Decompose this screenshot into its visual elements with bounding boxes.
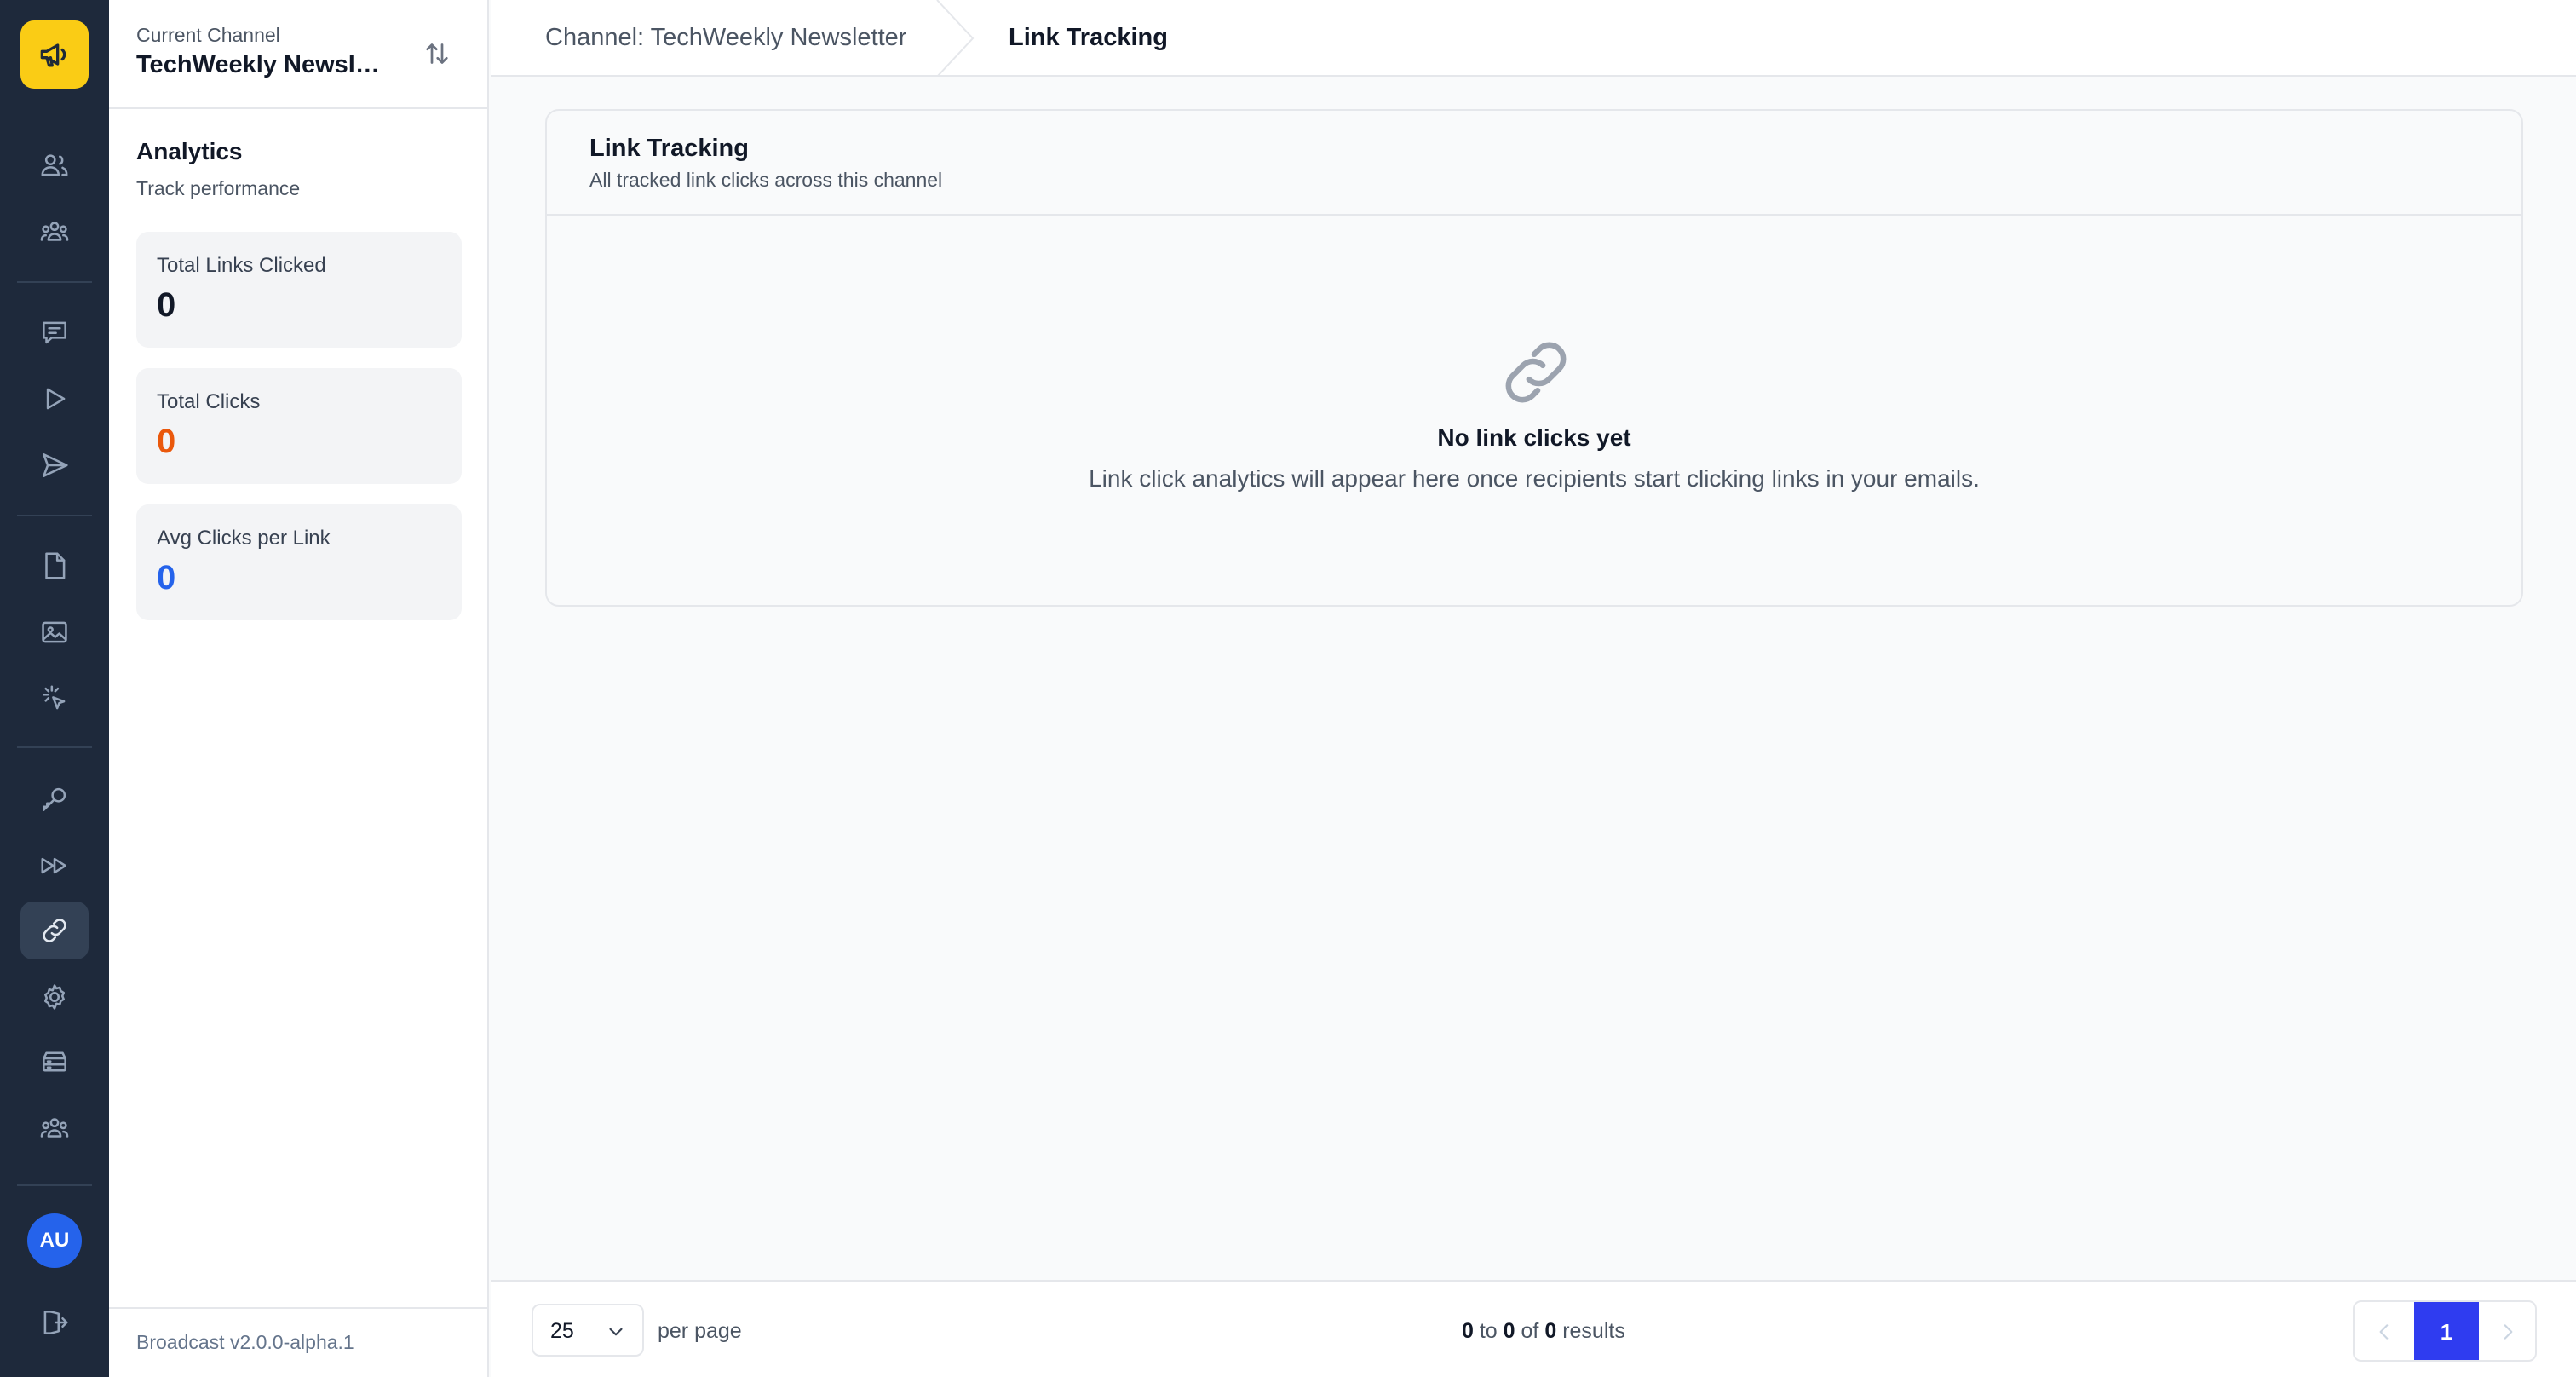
previous-page-button[interactable]: [2355, 1302, 2414, 1360]
link-icon: [1494, 331, 1578, 414]
logout-icon[interactable]: [20, 1293, 89, 1351]
stat-card-avg-clicks-per-link: Avg Clicks per Link 0: [136, 504, 462, 620]
section-subtitle: Track performance: [136, 177, 301, 199]
page-button-current[interactable]: 1: [2414, 1302, 2479, 1360]
stat-value: 0: [157, 423, 176, 460]
fast-forward-icon[interactable]: [20, 837, 89, 895]
next-page-button[interactable]: [2479, 1302, 2535, 1360]
card-subtitle: All tracked link clicks across this chan…: [589, 169, 943, 191]
stat-label: Total Clicks: [157, 390, 261, 413]
current-channel-label: Current Channel: [136, 24, 280, 46]
channel-switcher[interactable]: Current Channel TechWeekly Newsletter: [109, 0, 487, 109]
breadcrumb-parent[interactable]: Channel: TechWeekly Newsletter: [545, 24, 906, 52]
pagination: 1: [2353, 1300, 2537, 1362]
stat-label: Total Links Clicked: [157, 254, 326, 277]
chat-icon[interactable]: [20, 303, 89, 361]
image-icon[interactable]: [20, 603, 89, 661]
rail-divider: [17, 281, 92, 283]
results-word: results: [1562, 1319, 1625, 1343]
cursor-click-icon[interactable]: [20, 670, 89, 728]
results-from: 0: [1462, 1319, 1474, 1343]
link-tracking-card: Link Tracking All tracked link clicks ac…: [545, 109, 2523, 607]
analytics-sidebar: Current Channel TechWeekly Newsletter An…: [109, 0, 489, 1377]
icon-rail: AU: [0, 0, 109, 1377]
stat-card-total-links-clicked: Total Links Clicked 0: [136, 232, 462, 348]
results-summary: 0 to 0 of 0 results: [1462, 1319, 1625, 1344]
document-icon[interactable]: [20, 537, 89, 595]
link-icon[interactable]: [20, 902, 89, 959]
stat-value: 0: [157, 559, 176, 596]
stat-card-total-clicks: Total Clicks 0: [136, 368, 462, 484]
empty-state-text: Link click analytics will appear here on…: [1089, 465, 1980, 492]
stat-value: 0: [157, 286, 176, 324]
play-icon[interactable]: [20, 370, 89, 428]
avatar[interactable]: AU: [27, 1213, 82, 1268]
send-icon[interactable]: [20, 436, 89, 494]
chevron-down-icon: [609, 1328, 623, 1336]
current-channel-name: TechWeekly Newsletter: [136, 51, 392, 78]
user-group-icon[interactable]: [20, 203, 89, 261]
chevron-left-icon: [2379, 1324, 2389, 1340]
server-icon[interactable]: [20, 1033, 89, 1091]
rail-divider: [17, 1184, 92, 1186]
switch-channel-icon[interactable]: [417, 34, 457, 73]
results-total: 0: [1544, 1319, 1557, 1343]
card-title: Link Tracking: [589, 135, 749, 162]
users-icon[interactable]: [20, 136, 89, 194]
megaphone-icon[interactable]: [20, 20, 89, 89]
breadcrumb-current: Link Tracking: [1009, 24, 1168, 51]
rail-divider: [17, 515, 92, 516]
version-text: Broadcast v2.0.0-alpha.1: [136, 1331, 354, 1353]
empty-state-title: No link clicks yet: [1437, 424, 1631, 451]
card-header: Link Tracking All tracked link clicks ac…: [547, 111, 2521, 216]
section-title: Analytics: [136, 138, 243, 164]
per-page-select[interactable]: 25: [532, 1304, 644, 1357]
breadcrumb: Channel: TechWeekly Newsletter Link Trac…: [491, 0, 2576, 77]
team-icon[interactable]: [20, 1099, 89, 1157]
results-of-word: of: [1521, 1319, 1539, 1343]
pagination-footer: 25 per page 0 to 0 of 0 results 1: [491, 1280, 2576, 1377]
per-page-value: 25: [550, 1319, 574, 1343]
stat-label: Avg Clicks per Link: [157, 527, 331, 550]
results-to-word: to: [1479, 1319, 1498, 1343]
results-to: 0: [1503, 1319, 1515, 1343]
version-footer: Broadcast v2.0.0-alpha.1: [109, 1307, 487, 1377]
chevron-right-icon: [2504, 1324, 2513, 1340]
per-page-label: per page: [658, 1319, 742, 1343]
key-icon[interactable]: [20, 770, 89, 828]
gear-icon[interactable]: [20, 968, 89, 1026]
rail-divider: [17, 746, 92, 748]
breadcrumb-separator-icon: [936, 0, 975, 77]
